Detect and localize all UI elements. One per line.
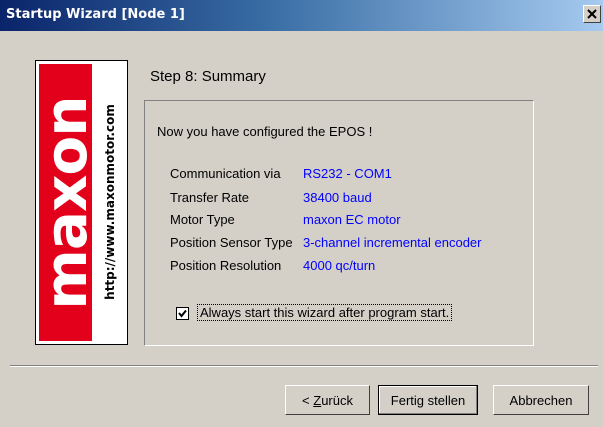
logo-red-band: maxon bbox=[31, 64, 100, 341]
back-button-hotkey: Z bbox=[313, 392, 322, 408]
checkmark-icon bbox=[178, 309, 187, 318]
maxon-logo: maxon http://www.maxonmotor.com bbox=[31, 60, 128, 345]
summary-value-sensor-type: 3-channel incremental encoder bbox=[303, 235, 482, 250]
summary-value-transfer-rate: 38400 baud bbox=[303, 190, 372, 205]
cancel-button[interactable]: Abbrechen bbox=[493, 385, 589, 415]
summary-label-resolution: Position Resolution bbox=[170, 258, 282, 273]
close-icon bbox=[587, 9, 597, 19]
always-start-checkbox[interactable] bbox=[176, 307, 189, 320]
title-bar: Startup Wizard [Node 1] bbox=[0, 0, 603, 31]
back-button-rest: urück bbox=[321, 392, 353, 408]
finish-button[interactable]: Fertig stellen bbox=[378, 385, 478, 415]
finish-button-label: Fertig stellen bbox=[390, 392, 466, 408]
logo-wordmark: maxon bbox=[31, 95, 100, 310]
logo-url: http://www.maxonmotor.com bbox=[103, 104, 117, 300]
summary-value-communication: RS232 - COM1 bbox=[303, 166, 392, 181]
summary-label-transfer-rate: Transfer Rate bbox=[170, 190, 249, 205]
summary-label-motor-type: Motor Type bbox=[170, 212, 235, 227]
summary-label-communication: Communication via bbox=[170, 166, 281, 181]
summary-value-resolution: 4000 qc/turn bbox=[303, 258, 376, 273]
always-start-label[interactable]: Always start this wizard after program s… bbox=[196, 304, 453, 321]
close-button[interactable] bbox=[583, 5, 601, 23]
back-button[interactable]: < Zurück bbox=[285, 385, 370, 415]
summary-label-sensor-type: Position Sensor Type bbox=[170, 235, 293, 250]
summary-intro: Now you have configured the EPOS ! bbox=[157, 124, 373, 139]
step-title: Step 8: Summary bbox=[150, 68, 266, 85]
button-separator bbox=[10, 365, 598, 367]
summary-value-motor-type: maxon EC motor bbox=[303, 212, 401, 227]
back-button-prefix: < bbox=[302, 392, 314, 408]
window-title: Startup Wizard [Node 1] bbox=[6, 7, 185, 22]
cancel-button-label: Abbrechen bbox=[509, 392, 573, 408]
